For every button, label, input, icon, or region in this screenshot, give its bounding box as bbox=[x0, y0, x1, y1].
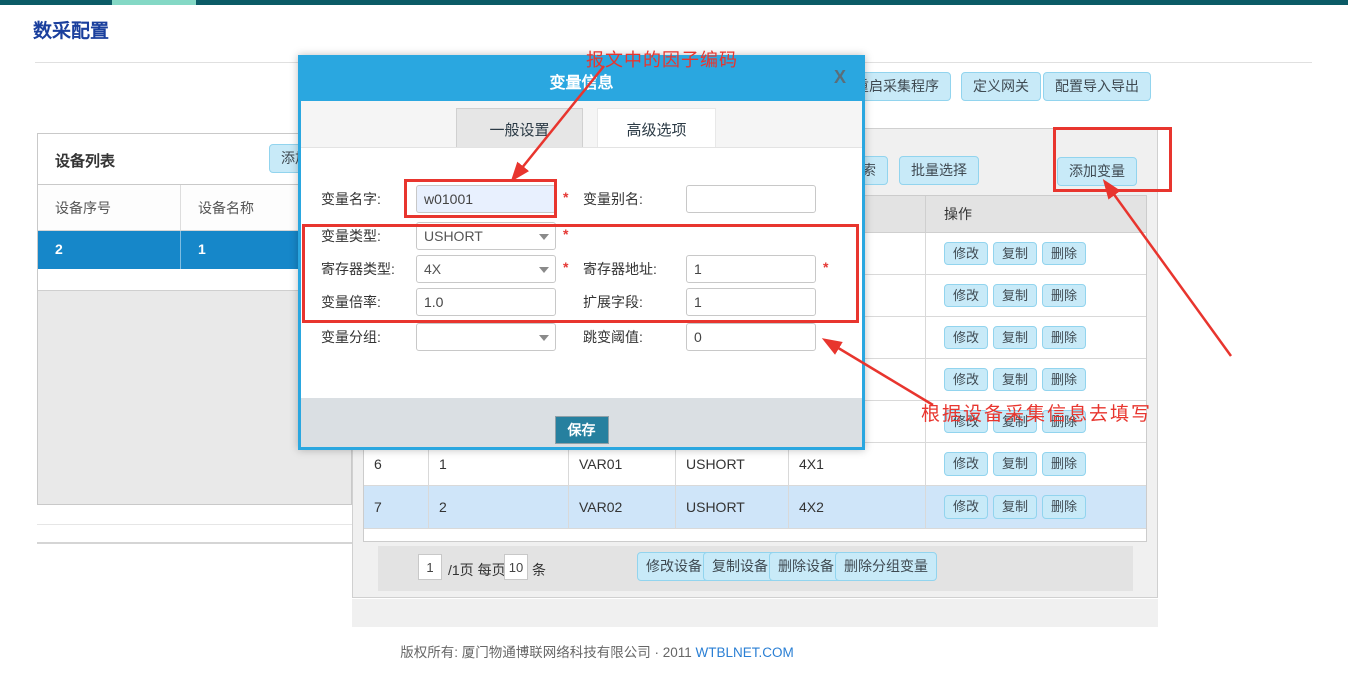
tab-advanced-options[interactable]: 高级选项 bbox=[597, 108, 716, 147]
var-scale-input[interactable] bbox=[416, 288, 556, 316]
reg-addr-input[interactable] bbox=[686, 255, 816, 283]
cell-actions: 修改 复制 删除 bbox=[926, 443, 1146, 486]
save-button[interactable]: 保存 bbox=[555, 416, 609, 444]
copy-button[interactable]: 复制 bbox=[993, 326, 1037, 350]
jump-threshold-label: 跳变阈值: bbox=[583, 327, 643, 347]
left-divider-1 bbox=[37, 524, 352, 525]
modify-button[interactable]: 修改 bbox=[944, 284, 988, 308]
device-list-title: 设备列表 bbox=[55, 150, 115, 171]
delete-device-button[interactable]: 删除设备 bbox=[769, 552, 843, 581]
modal-tabbar: 一般设置 高级选项 bbox=[301, 101, 862, 148]
copy-device-button[interactable]: 复制设备 bbox=[703, 552, 777, 581]
var-name-label: 变量名字: bbox=[321, 189, 381, 209]
unit-label: 条 bbox=[532, 560, 546, 580]
page-size-input[interactable] bbox=[504, 554, 528, 580]
ext-field-input[interactable] bbox=[686, 288, 816, 316]
pages-label: /1页 每页 bbox=[448, 560, 506, 580]
device-col-seq: 设备序号 bbox=[38, 185, 181, 230]
table-empty-row bbox=[364, 529, 1146, 541]
cell-actions: 修改 复制 删除 bbox=[926, 359, 1146, 401]
required-mark: * bbox=[563, 226, 568, 242]
left-divider-2 bbox=[37, 542, 352, 544]
close-icon[interactable]: X bbox=[834, 67, 846, 88]
cell-actions: 修改 复制 删除 bbox=[926, 275, 1146, 317]
top-accent-bar bbox=[0, 0, 1348, 5]
copy-button[interactable]: 复制 bbox=[993, 284, 1037, 308]
copy-button[interactable]: 复制 bbox=[993, 242, 1037, 266]
config-import-export-button[interactable]: 配置导入导出 bbox=[1043, 72, 1151, 101]
define-gateway-button[interactable]: 定义网关 bbox=[961, 72, 1041, 101]
modify-button[interactable]: 修改 bbox=[944, 410, 988, 434]
reg-addr-label: 寄存器地址: bbox=[583, 259, 657, 279]
page-number-input[interactable] bbox=[418, 554, 442, 580]
device-seq-value: 2 bbox=[38, 231, 181, 269]
footer-link[interactable]: WTBLNET.COM bbox=[696, 645, 794, 660]
var-alias-input[interactable] bbox=[686, 185, 816, 213]
var-group-label: 变量分组: bbox=[321, 327, 381, 347]
var-type-label: 变量类型: bbox=[321, 226, 381, 246]
modify-button[interactable]: 修改 bbox=[944, 242, 988, 266]
delete-button[interactable]: 删除 bbox=[1042, 368, 1086, 392]
delete-button[interactable]: 删除 bbox=[1042, 495, 1086, 519]
modal-title: 变量信息 bbox=[301, 58, 862, 93]
tab-general-settings[interactable]: 一般设置 bbox=[456, 108, 583, 147]
header-cell-operation: 操作 bbox=[926, 196, 1146, 233]
var-alias-label: 变量别名: bbox=[583, 189, 643, 209]
required-mark: * bbox=[563, 189, 568, 205]
modify-button[interactable]: 修改 bbox=[944, 452, 988, 476]
ext-field-label: 扩展字段: bbox=[583, 292, 643, 312]
reg-type-label: 寄存器类型: bbox=[321, 259, 395, 279]
batch-select-button[interactable]: 批量选择 bbox=[899, 156, 979, 185]
delete-button[interactable]: 删除 bbox=[1042, 410, 1086, 434]
modify-button[interactable]: 修改 bbox=[944, 495, 988, 519]
delete-button[interactable]: 删除 bbox=[1042, 242, 1086, 266]
var-group-select[interactable] bbox=[416, 323, 556, 351]
cell-actions: 修改 复制 删除 bbox=[926, 486, 1146, 529]
cell-actions: 修改 复制 删除 bbox=[926, 401, 1146, 443]
add-variable-button[interactable]: 添加变量 bbox=[1057, 157, 1137, 186]
required-mark: * bbox=[823, 259, 828, 275]
var-scale-label: 变量倍率: bbox=[321, 292, 381, 312]
cell-actions: 修改 复制 删除 bbox=[926, 233, 1146, 275]
cell: 7 bbox=[364, 486, 429, 529]
required-mark: * bbox=[563, 259, 568, 275]
cell-actions: 修改 复制 删除 bbox=[926, 317, 1146, 359]
reg-type-select[interactable]: 4X bbox=[416, 255, 556, 283]
pagination-bar: /1页 每页 条 修改设备 复制设备 删除设备 删除分组变量 bbox=[378, 546, 1133, 591]
var-name-input[interactable] bbox=[416, 185, 556, 213]
variables-card-footer-strip bbox=[352, 599, 1158, 627]
copy-button[interactable]: 复制 bbox=[993, 452, 1037, 476]
page: 数采配置 重启采集程序 定义网关 配置导入导出 设备列表 添加设备 设备序号 设… bbox=[0, 0, 1348, 677]
copy-button[interactable]: 复制 bbox=[993, 368, 1037, 392]
delete-button[interactable]: 删除 bbox=[1042, 452, 1086, 476]
page-title: 数采配置 bbox=[33, 16, 109, 43]
copy-button[interactable]: 复制 bbox=[993, 495, 1037, 519]
modify-device-button[interactable]: 修改设备 bbox=[637, 552, 711, 581]
jump-threshold-input[interactable] bbox=[686, 323, 816, 351]
delete-group-vars-button[interactable]: 删除分组变量 bbox=[835, 552, 937, 581]
delete-button[interactable]: 删除 bbox=[1042, 326, 1086, 350]
cell: USHORT bbox=[676, 486, 789, 529]
variable-info-modal: 变量信息 X 一般设置 高级选项 变量名字: * 变量别名: 变量类型: USH… bbox=[298, 55, 865, 450]
cell: VAR02 bbox=[569, 486, 676, 529]
footer: 版权所有: 厦门物通博联网络科技有限公司 · 2011 WTBLNET.COM bbox=[37, 641, 1157, 661]
cell: 4X2 bbox=[789, 486, 926, 529]
cell: 2 bbox=[429, 486, 569, 529]
var-type-select[interactable]: USHORT bbox=[416, 222, 556, 250]
delete-button[interactable]: 删除 bbox=[1042, 284, 1086, 308]
modal-titlebar: 变量信息 X bbox=[301, 58, 862, 101]
copy-button[interactable]: 复制 bbox=[993, 410, 1037, 434]
table-row-highlighted[interactable]: 7 2 VAR02 USHORT 4X2 修改 复制 删除 bbox=[364, 486, 1146, 529]
top-accent-bar-segment bbox=[112, 0, 196, 5]
modify-button[interactable]: 修改 bbox=[944, 368, 988, 392]
copyright-text: 版权所有: 厦门物通博联网络科技有限公司 · 2011 bbox=[400, 645, 692, 660]
modify-button[interactable]: 修改 bbox=[944, 326, 988, 350]
